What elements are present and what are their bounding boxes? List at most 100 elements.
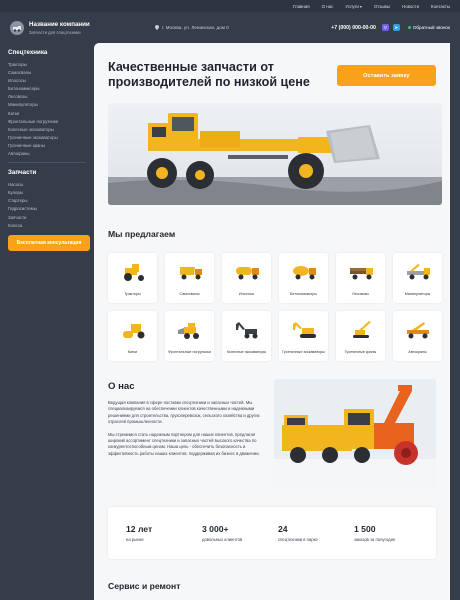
nav-contacts[interactable]: Контакты (431, 4, 450, 9)
crane-truck-icon (403, 262, 433, 287)
offer-card[interactable]: Катки (108, 311, 157, 361)
concrete-mixer-icon (289, 262, 319, 287)
address-text: г. Москва, ул. Ленинская, дом 0 (162, 25, 229, 30)
stat-item: 12 лет на рынке (126, 524, 202, 559)
truck-crane-icon (403, 320, 433, 345)
order-button[interactable]: Оставить заявку (336, 65, 436, 86)
about-paragraph-1: Ведущая компания в сфере поставки спецте… (108, 400, 260, 425)
sidebar-tech-item[interactable]: Фронтальные погрузчики (8, 118, 94, 126)
about-snow-truck-image (274, 379, 436, 487)
location-pin-icon (155, 25, 159, 30)
callback-label: Обратный звонок (412, 25, 450, 30)
wheeled-excavator-icon (232, 320, 262, 345)
callback-link[interactable]: Обратный звонок (407, 25, 450, 30)
offer-grid: Тракторы Самосвалы Илососы Бетономиксеры Лес… (108, 253, 442, 361)
sidebar-tech-item[interactable]: Бетономиксеры (8, 85, 94, 93)
sidebar-tech-item[interactable]: Гусеничные краны (8, 142, 94, 150)
about-title: О нас (108, 381, 135, 392)
company-name: Название компании (29, 20, 90, 28)
address: г. Москва, ул. Ленинская, дом 0 (155, 25, 229, 30)
offer-title: Мы предлагаем (108, 229, 176, 239)
nav-about[interactable]: О нас (322, 4, 334, 9)
offer-card-label: Бетономиксеры (290, 292, 317, 296)
offer-card[interactable]: Гусеничные экскаваторы (279, 311, 328, 361)
nav-news[interactable]: Новости (402, 4, 419, 9)
sidebar-tech-item[interactable]: Самосвалы (8, 69, 94, 77)
offer-card[interactable]: Илососы (222, 253, 271, 303)
sidebar-tech-list: Тракторы Самосвалы Илососы Бетономиксеры Лес… (8, 61, 94, 158)
offer-card[interactable]: Колесные экскаваторы (222, 311, 271, 361)
offer-card[interactable]: Самосвалы (165, 253, 214, 303)
sidebar-divider (8, 162, 86, 164)
front-loader-icon (175, 320, 205, 345)
offer-card[interactable]: Гусеничные краны (336, 311, 385, 361)
sidebar-parts-item[interactable]: Колеса (8, 222, 94, 230)
service-title: Сервис и ремонт (108, 581, 181, 591)
sidebar-parts-item[interactable]: Гидросистемы (8, 205, 94, 213)
stat-item: 3 000+ довольных клиентов (202, 524, 278, 559)
nav-reviews[interactable]: Отзывы (374, 4, 390, 9)
offer-card-label: Катки (127, 350, 138, 354)
stat-item: 1 500 заказов за полугодие (354, 524, 430, 559)
sidebar-tech-title: Спецтехника (8, 49, 48, 56)
online-dot-icon (407, 26, 411, 29)
sidebar-tech-item[interactable]: Автокраны (8, 150, 94, 158)
brand: Название компании Запчасти для спецтехни… (29, 21, 129, 35)
sidebar-parts-item[interactable]: Кулеры (8, 189, 94, 197)
header-contacts: +7 (000) 000-00-00 V ➤ Обратный звонок (331, 24, 450, 31)
stat-caption: на рынке (126, 537, 144, 542)
offer-card-label: Гусеничные краны (344, 350, 377, 354)
stat-caption: довольных клиентов (202, 537, 243, 542)
stat-number: 12 лет (126, 524, 153, 534)
about-paragraph-2: Мы стремимся стать надежным партнером дл… (108, 431, 260, 456)
sidebar-tech-item[interactable]: Лесовозы (8, 93, 94, 101)
stat-item: 24 спецтехники в парке (278, 524, 354, 559)
stat-caption: заказов за полугодие (354, 537, 396, 542)
sidebar: Спецтехника Тракторы Самосвалы Илососы Бето… (0, 43, 94, 600)
sidebar-tech-item[interactable]: Тракторы (8, 61, 94, 69)
offer-card-label: Илососы (238, 292, 255, 296)
crawler-crane-icon (346, 320, 376, 345)
sidebar-tech-item[interactable]: Илососы (8, 77, 94, 85)
company-logo-icon[interactable] (10, 20, 24, 35)
sidebar-tech-item[interactable]: Колесные экскаваторы (8, 126, 94, 134)
road-roller-icon (118, 320, 148, 345)
top-nav: Главная О нас Услуги Отзывы Новости Конт… (0, 0, 460, 12)
offer-card[interactable]: Автокраны (393, 311, 442, 361)
stat-caption: спецтехники в парке (278, 537, 318, 542)
dump-truck-icon (175, 262, 205, 287)
sidebar-tech-item[interactable]: Катки (8, 110, 94, 118)
sidebar-parts-item[interactable]: Запчасти (8, 214, 94, 222)
offer-card[interactable]: Манипуляторы (393, 253, 442, 303)
sidebar-tech-item[interactable]: Гусеничные экскаваторы (8, 134, 94, 142)
tractor-icon (118, 262, 148, 287)
nav-home[interactable]: Главная (293, 4, 310, 9)
vacuum-truck-icon (232, 262, 262, 287)
about-section: О нас Ведущая компания в сфере поставки … (108, 379, 436, 487)
offer-card-label: Фронтальные погрузчики (168, 350, 211, 354)
sidebar-parts-item[interactable]: Насосы (8, 181, 94, 189)
sidebar-tech-item[interactable]: Манипуляторы (8, 101, 94, 109)
offer-card[interactable]: Лесовозы (336, 253, 385, 303)
hero-grader-image (108, 103, 442, 205)
offer-card[interactable]: Бетономиксеры (279, 253, 328, 303)
consult-button[interactable]: Бесплатная консультация (8, 234, 90, 251)
offer-card[interactable]: Фронтальные погрузчики (165, 311, 214, 361)
phone-link[interactable]: +7 (000) 000-00-00 (331, 25, 376, 31)
offer-card[interactable]: Тракторы (108, 253, 157, 303)
site-header: Название компании Запчасти для спецтехни… (0, 12, 460, 43)
telegram-icon[interactable]: ➤ (392, 24, 400, 31)
main-content: Качественные запчасти от производителей … (94, 43, 450, 600)
stat-number: 24 (278, 524, 288, 534)
sidebar-parts-item[interactable]: Стартеры (8, 197, 94, 205)
tracked-excavator-icon (289, 320, 319, 345)
offer-card-label: Самосвалы (179, 292, 200, 296)
hero-title: Качественные запчасти от производителей … (108, 60, 310, 89)
offer-card-label: Колесные экскаваторы (226, 350, 267, 354)
nav-services[interactable]: Услуги (345, 4, 362, 9)
offer-card-label: Автокраны (408, 350, 427, 354)
stat-number: 3 000+ (202, 524, 229, 534)
offer-card-label: Гусеничные экскаваторы (282, 350, 325, 354)
viber-icon[interactable]: V (381, 24, 389, 31)
offer-card-label: Манипуляторы (404, 292, 431, 296)
